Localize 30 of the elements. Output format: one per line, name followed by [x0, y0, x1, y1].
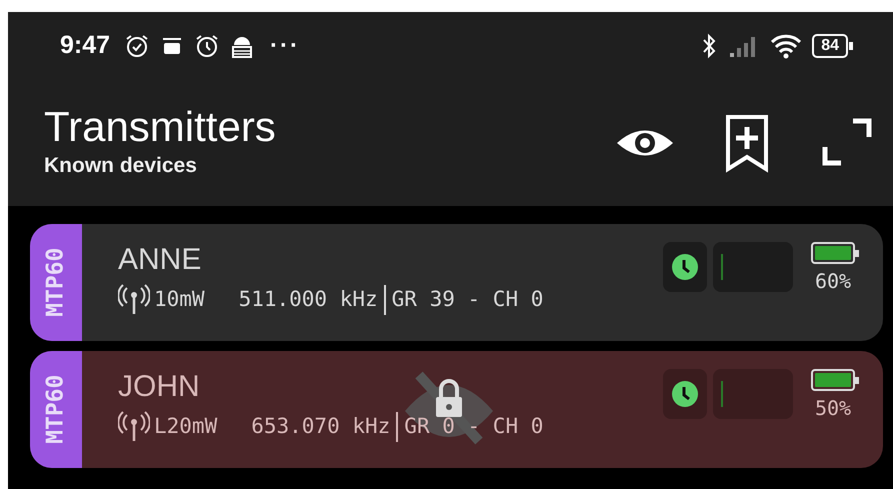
page-title: Transmitters: [44, 104, 277, 150]
more-indicator: ···: [270, 31, 300, 61]
battery-percent: 50%: [814, 395, 852, 422]
bookmark-add-icon[interactable]: [723, 113, 771, 173]
timer-button[interactable]: [663, 242, 707, 292]
page-subtitle: Known devices: [44, 153, 198, 180]
power-label: L20mW: [154, 413, 218, 440]
group-channel-label: GR 39 - CH 0: [392, 286, 544, 314]
wifi-icon: [770, 33, 802, 59]
timer-button[interactable]: [663, 369, 707, 419]
battery-indicator: 84: [812, 34, 848, 58]
device-name: ANNE: [118, 242, 202, 278]
alarm-clock-icon: [124, 33, 150, 59]
frequency-label: 511.000 kHz: [238, 286, 378, 314]
battery-percent: 60%: [814, 268, 852, 295]
group-channel-label: GR 0 - CH 0: [404, 413, 544, 440]
battery-tip-icon: [849, 42, 853, 50]
power-label: 10mW: [154, 286, 205, 314]
clock-icon: [671, 380, 699, 408]
status-time: 9:47: [60, 30, 110, 62]
clock-icon: [671, 253, 699, 281]
model-label: MTP60: [42, 248, 70, 318]
antenna-icon: [118, 411, 150, 443]
model-label: MTP60: [42, 374, 70, 444]
antenna-icon: [118, 284, 150, 316]
device-name: JOHN: [118, 369, 201, 405]
frequency-label: 653.070 kHz: [251, 413, 390, 440]
alarm-icon: [194, 33, 220, 59]
device-card[interactable]: MTP60 ANNE 10mW 511.000 kHz GR 39 - CH 0 60%: [30, 224, 883, 341]
device-card[interactable]: MTP60 JOHN L20mW 653.070 kHz GR 0 - CH 0 50%: [30, 351, 883, 468]
